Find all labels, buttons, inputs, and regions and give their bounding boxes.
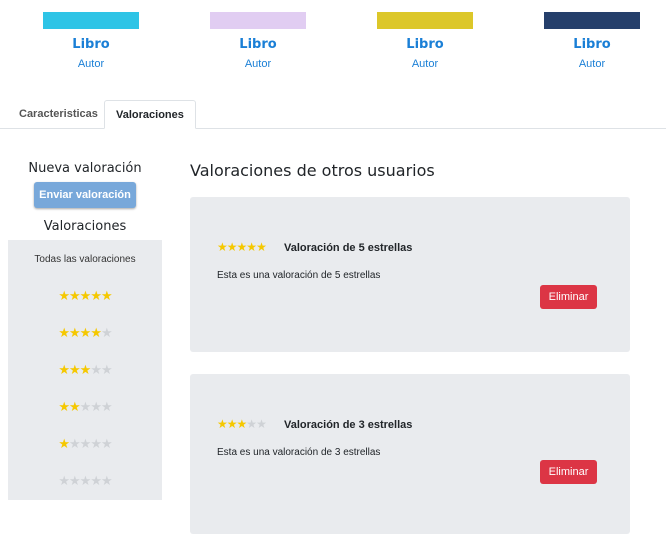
star-empty-icon: ★	[69, 473, 81, 488]
book-card[interactable]: Libro Autor	[31, 0, 151, 70]
star-icon: ★	[217, 417, 228, 431]
star-empty-icon: ★	[246, 417, 257, 431]
book-title[interactable]: Libro	[198, 37, 318, 52]
star-empty-icon: ★	[58, 473, 70, 488]
star-empty-icon: ★	[100, 325, 113, 340]
review-stars: ★★★★★	[217, 240, 267, 254]
rating-filter-panel: Todas las valoraciones ★★★★★ ★★★★★ ★★★★★…	[8, 240, 162, 500]
star-empty-icon: ★	[90, 399, 102, 414]
star-icon: ★	[79, 325, 92, 340]
filter-all-ratings[interactable]: Todas las valoraciones	[8, 254, 162, 265]
star-icon: ★	[58, 288, 70, 303]
review-text: Esta es una valoración de 5 estrellas	[217, 270, 381, 281]
star-empty-icon: ★	[90, 473, 102, 488]
review-card: ★★★★★ Valoración de 5 estrellas Esta es …	[190, 197, 630, 352]
star-icon: ★	[69, 325, 81, 340]
star-icon: ★	[226, 417, 238, 431]
book-title[interactable]: Libro	[532, 37, 652, 52]
book-card[interactable]: Libro Autor	[198, 0, 318, 70]
star-icon: ★	[58, 399, 70, 414]
star-empty-icon: ★	[79, 436, 92, 451]
book-author[interactable]: Autor	[31, 58, 151, 70]
filter-2-stars[interactable]: ★★★★★	[8, 400, 162, 414]
delete-review-button[interactable]: Eliminar	[540, 460, 597, 484]
book-card[interactable]: Libro Autor	[532, 0, 652, 70]
review-text: Esta es una valoración de 3 estrellas	[217, 447, 381, 458]
star-icon: ★	[58, 325, 70, 340]
star-icon: ★	[69, 362, 81, 377]
star-icon: ★	[90, 288, 102, 303]
book-title[interactable]: Libro	[31, 37, 151, 52]
new-rating-heading: Nueva valoración	[28, 161, 142, 176]
star-icon: ★	[58, 362, 70, 377]
delete-review-button[interactable]: Eliminar	[540, 285, 597, 309]
other-users-ratings-title: Valoraciones de otros usuarios	[190, 161, 435, 180]
tab-bar: Caracteristicas Valoraciones	[0, 100, 666, 129]
book-author[interactable]: Autor	[198, 58, 318, 70]
review-title: Valoración de 5 estrellas	[284, 242, 413, 254]
book-cover[interactable]	[377, 12, 473, 29]
review-card: ★★★★★ Valoración de 3 estrellas Esta es …	[190, 374, 630, 534]
filter-4-stars[interactable]: ★★★★★	[8, 326, 162, 340]
star-icon: ★	[79, 362, 92, 377]
book-author[interactable]: Autor	[365, 58, 485, 70]
star-icon: ★	[58, 436, 70, 451]
tab-caracteristicas[interactable]: Caracteristicas	[19, 100, 98, 127]
filter-1-star[interactable]: ★★★★★	[8, 437, 162, 451]
book-cover[interactable]	[210, 12, 306, 29]
book-author[interactable]: Autor	[532, 58, 652, 70]
star-icon: ★	[256, 240, 267, 254]
star-empty-icon: ★	[90, 362, 102, 377]
book-title[interactable]: Libro	[365, 37, 485, 52]
filter-5-stars[interactable]: ★★★★★	[8, 289, 162, 303]
star-empty-icon: ★	[90, 436, 102, 451]
star-empty-icon: ★	[100, 473, 113, 488]
star-icon: ★	[246, 240, 257, 254]
star-empty-icon: ★	[69, 436, 81, 451]
star-icon: ★	[236, 417, 248, 431]
star-icon: ★	[236, 240, 248, 254]
star-icon: ★	[69, 399, 81, 414]
star-icon: ★	[226, 240, 238, 254]
send-rating-button[interactable]: Enviar valoración	[34, 182, 136, 208]
star-empty-icon: ★	[100, 436, 113, 451]
filter-0-stars[interactable]: ★★★★★	[8, 474, 162, 488]
filter-3-stars[interactable]: ★★★★★	[8, 363, 162, 377]
star-icon: ★	[100, 288, 113, 303]
book-card[interactable]: Libro Autor	[365, 0, 485, 70]
star-icon: ★	[69, 288, 81, 303]
star-empty-icon: ★	[100, 362, 113, 377]
ratings-heading: Valoraciones	[43, 219, 127, 234]
book-cover[interactable]	[544, 12, 640, 29]
tab-valoraciones[interactable]: Valoraciones	[104, 100, 196, 129]
review-title: Valoración de 3 estrellas	[284, 419, 413, 431]
star-empty-icon: ★	[79, 473, 92, 488]
star-empty-icon: ★	[79, 399, 92, 414]
book-cover[interactable]	[43, 12, 139, 29]
star-icon: ★	[79, 288, 92, 303]
star-empty-icon: ★	[100, 399, 113, 414]
star-icon: ★	[90, 325, 102, 340]
star-empty-icon: ★	[256, 417, 267, 431]
star-icon: ★	[217, 240, 228, 254]
review-stars: ★★★★★	[217, 417, 267, 431]
